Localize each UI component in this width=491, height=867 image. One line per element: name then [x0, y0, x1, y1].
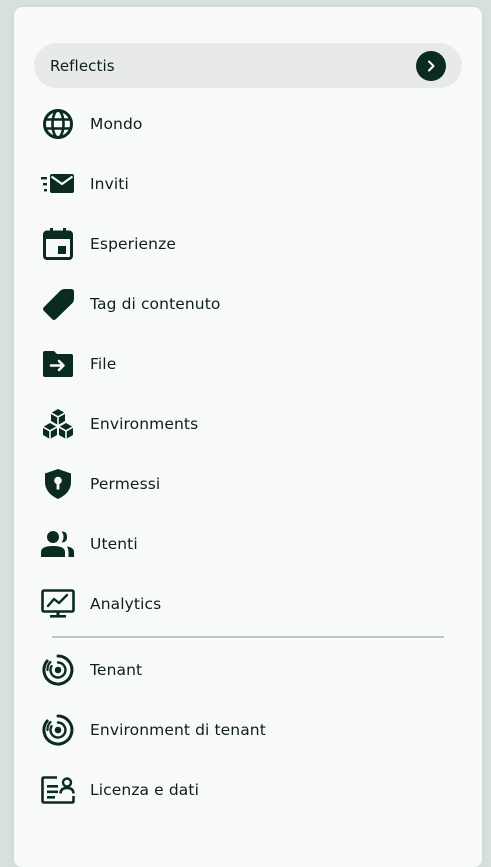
users-icon — [41, 531, 74, 557]
sidebar-panel: Reflectis Mondo Inviti Esperienze Tag di… — [14, 7, 482, 867]
sidebar-item-label: Environments — [90, 415, 199, 433]
sidebar-item-analytics[interactable]: Analytics — [40, 582, 460, 626]
monitor-chart-icon — [41, 589, 75, 618]
sidebar-item-permessi[interactable]: Permessi — [40, 462, 460, 506]
workspace-name: Reflectis — [50, 56, 115, 75]
folder-move-icon — [43, 351, 73, 377]
sidebar-item-file[interactable]: File — [40, 342, 460, 386]
sidebar-item-licenza-e-dati[interactable]: Licenza e dati — [40, 768, 460, 812]
sidebar-item-mondo[interactable]: Mondo — [40, 102, 460, 146]
target-ring-icon — [42, 714, 74, 746]
tag-icon — [43, 289, 74, 320]
sidebar-item-label: Tag di contenuto — [90, 295, 221, 313]
workspace-open-button[interactable] — [416, 51, 446, 81]
sidebar-item-label: Environment di tenant — [90, 721, 266, 739]
workspace-selector[interactable]: Reflectis — [34, 43, 462, 88]
globe-icon — [43, 109, 73, 139]
target-ring-icon — [42, 654, 74, 686]
sidebar-item-label: Mondo — [90, 115, 143, 133]
sidebar-item-tag-di-contenuto[interactable]: Tag di contenuto — [40, 282, 460, 326]
sidebar-item-label: Analytics — [90, 595, 162, 613]
sidebar-item-utenti[interactable]: Utenti — [40, 522, 460, 566]
sidebar-item-environments[interactable]: Environments — [40, 402, 460, 446]
sidebar-item-tenant[interactable]: Tenant — [40, 648, 460, 692]
sidebar-item-label: File — [90, 355, 117, 373]
cubes-icon — [42, 409, 74, 439]
sidebar-item-label: Esperienze — [90, 235, 176, 253]
shield-key-icon — [45, 469, 71, 499]
chevron-right-icon — [428, 60, 435, 72]
email-fast-icon — [41, 174, 74, 193]
sidebar-item-label: Licenza e dati — [90, 781, 199, 799]
sidebar-item-label: Inviti — [90, 175, 129, 193]
sidebar-item-label: Permessi — [90, 475, 161, 493]
sidebar-item-inviti[interactable]: Inviti — [40, 162, 460, 206]
sidebar-item-label: Utenti — [90, 535, 138, 553]
license-card-icon — [41, 776, 75, 804]
sidebar-item-environment-di-tenant[interactable]: Environment di tenant — [40, 708, 460, 752]
sidebar-item-label: Tenant — [90, 661, 143, 679]
sidebar-item-esperienze[interactable]: Esperienze — [40, 222, 460, 266]
calendar-icon — [43, 228, 73, 260]
menu-divider — [52, 636, 444, 638]
